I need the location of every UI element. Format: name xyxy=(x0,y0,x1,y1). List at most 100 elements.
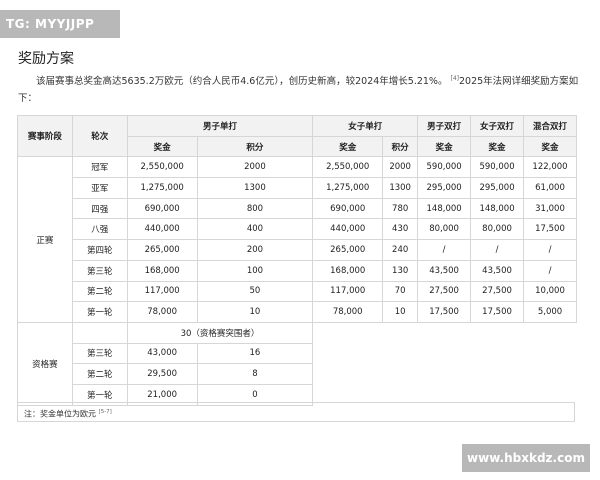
cell-round: 第二轮 xyxy=(71,363,128,385)
cell-ms-prize: 2,550,000 xyxy=(126,156,198,179)
stage-qualifying: 资格赛 xyxy=(17,321,73,406)
qualifier-header: 30（资格赛突围者） xyxy=(126,321,314,344)
cell-ws-prize: 117,000 xyxy=(312,280,384,303)
cell-xd-prize: / xyxy=(523,239,577,261)
cell-round: 八强 xyxy=(71,218,128,241)
cell-round: 亚军 xyxy=(71,177,128,199)
cell-xd-prize: 122,000 xyxy=(523,156,577,179)
cell-ms-prize: 265,000 xyxy=(126,239,198,261)
table-row: 资格赛 30（资格赛突围者） xyxy=(17,321,577,406)
cell-ms-points: 400 xyxy=(196,218,314,241)
cell-ms-prize: 29,500 xyxy=(126,363,198,385)
cell-xd-prize: 31,000 xyxy=(523,197,577,220)
cell-ms-points: 1300 xyxy=(196,177,314,199)
cell-md-prize: 27,500 xyxy=(417,280,472,303)
table-row: 第二轮 117,000 50 117,000 70 27,500 27,500 … xyxy=(18,280,577,303)
note-ref[interactable]: [5-7] xyxy=(99,409,112,415)
cell-ms-prize: 690,000 xyxy=(126,197,198,220)
cell-ms-prize: 43,000 xyxy=(126,342,198,365)
subheader-points: 积分 xyxy=(196,135,314,158)
cell-ms-points: 8 xyxy=(196,363,314,385)
table-row: 第三轮 168,000 100 168,000 130 43,500 43,50… xyxy=(18,259,577,282)
cell-ms-points: 800 xyxy=(196,197,314,220)
header-mens-singles: 男子单打 xyxy=(126,115,314,137)
cell-ms-prize: 117,000 xyxy=(126,280,198,303)
cell-xd-prize: 5,000 xyxy=(523,301,577,323)
cell-ms-prize: 440,000 xyxy=(126,218,198,241)
subheader-prize: 奖金 xyxy=(126,135,198,158)
cell-xd-prize: 17,500 xyxy=(523,218,577,241)
cell-md-prize: 148,000 xyxy=(417,197,472,220)
prize-table: 赛事阶段 轮次 男子单打 女子单打 男子双打 女子双打 混合双打 奖金 积分 奖… xyxy=(17,114,577,406)
table-row: 正赛 冠军 2,550,000 2000 2,550,000 2000 590,… xyxy=(17,156,577,323)
cell-wd-prize: 80,000 xyxy=(470,218,524,241)
cell-ws-points: 240 xyxy=(382,239,419,261)
header-mixed-doubles: 混合双打 xyxy=(523,115,577,137)
cell-ms-points: 16 xyxy=(196,342,314,365)
subheader-prize: 奖金 xyxy=(470,135,524,158)
cell-ws-prize: 440,000 xyxy=(312,218,384,241)
subheader-prize: 奖金 xyxy=(417,135,472,158)
cell-ws-points: 1300 xyxy=(382,177,419,199)
cell-round xyxy=(71,321,128,344)
cell-ws-points: 780 xyxy=(382,197,419,220)
cell-md-prize: / xyxy=(417,239,472,261)
cell-wd-prize: 27,500 xyxy=(470,280,524,303)
cell-md-prize: 80,000 xyxy=(417,218,472,241)
cell-md-prize: 295,000 xyxy=(417,177,472,199)
cell-ms-prize: 78,000 xyxy=(126,301,198,323)
cell-round: 第四轮 xyxy=(71,239,128,261)
stage-main: 正赛 xyxy=(17,156,73,323)
header-stage: 赛事阶段 xyxy=(17,114,73,158)
cell-xd-prize: 61,000 xyxy=(523,177,577,199)
cell-ws-prize: 690,000 xyxy=(312,197,384,220)
table-row: 四强 690,000 800 690,000 780 148,000 148,0… xyxy=(18,197,577,220)
watermark-bottom: www.hbxkdz.com xyxy=(462,444,590,472)
cell-round: 第一轮 xyxy=(71,301,128,323)
cell-ws-prize: 1,275,000 xyxy=(312,177,384,199)
cell-wd-prize: 148,000 xyxy=(470,197,524,220)
subheader-prize: 奖金 xyxy=(523,135,577,158)
note-text: 注：奖金单位为欧元 xyxy=(24,409,96,419)
intro-paragraph: 该届赛事总奖金高达5635.2万欧元（约合人民币4.6亿元），创历史新高，较20… xyxy=(18,70,583,107)
cell-md-prize: 17,500 xyxy=(417,301,472,323)
cell-ws-points: 130 xyxy=(382,259,419,282)
cell-ms-points: 2000 xyxy=(196,156,314,179)
cell-ms-prize: 168,000 xyxy=(126,259,198,282)
cell-md-prize: 590,000 xyxy=(417,156,472,179)
cell-md-prize: 43,500 xyxy=(417,259,472,282)
cell-round: 第三轮 xyxy=(71,342,128,365)
cell-ws-prize: 265,000 xyxy=(312,239,384,261)
cell-ws-points: 2000 xyxy=(382,156,419,179)
cell-ms-points: 200 xyxy=(196,239,314,261)
table-row: 第一轮 78,000 10 78,000 10 17,500 17,500 5,… xyxy=(18,301,577,323)
intro-ref[interactable]: [4] xyxy=(451,75,460,82)
cell-wd-prize: 590,000 xyxy=(470,156,524,179)
cell-ms-points: 10 xyxy=(196,301,314,323)
cell-ms-points: 50 xyxy=(196,280,314,303)
cell-round: 四强 xyxy=(71,197,128,220)
table-note: 注：奖金单位为欧元 [5-7] xyxy=(17,402,575,422)
header-row-1: 赛事阶段 轮次 男子单打 女子单打 男子双打 女子双打 混合双打 xyxy=(17,114,577,158)
cell-wd-prize: / xyxy=(470,239,524,261)
cell-ms-prize: 1,275,000 xyxy=(126,177,198,199)
header-womens-doubles: 女子双打 xyxy=(470,115,524,137)
cell-wd-prize: 295,000 xyxy=(470,177,524,199)
cell-ws-points: 430 xyxy=(382,218,419,241)
table-row: 八强 440,000 400 440,000 430 80,000 80,000… xyxy=(18,218,577,241)
cell-xd-prize: / xyxy=(523,259,577,282)
cell-ws-prize: 2,550,000 xyxy=(312,156,384,179)
cell-round: 第三轮 xyxy=(71,259,128,282)
table-row: 第四轮 265,000 200 265,000 240 / / / xyxy=(18,239,577,261)
cell-ws-points: 70 xyxy=(382,280,419,303)
cell-ws-prize: 78,000 xyxy=(312,301,384,323)
header-mens-doubles: 男子双打 xyxy=(417,115,472,137)
cell-xd-prize: 10,000 xyxy=(523,280,577,303)
blank-area xyxy=(313,322,577,405)
cell-round: 冠军 xyxy=(71,156,128,179)
header-womens-singles: 女子单打 xyxy=(312,115,419,137)
cell-ws-prize: 168,000 xyxy=(312,259,384,282)
cell-wd-prize: 17,500 xyxy=(470,301,524,323)
subheader-prize: 奖金 xyxy=(312,135,384,158)
cell-ws-points: 10 xyxy=(382,301,419,323)
